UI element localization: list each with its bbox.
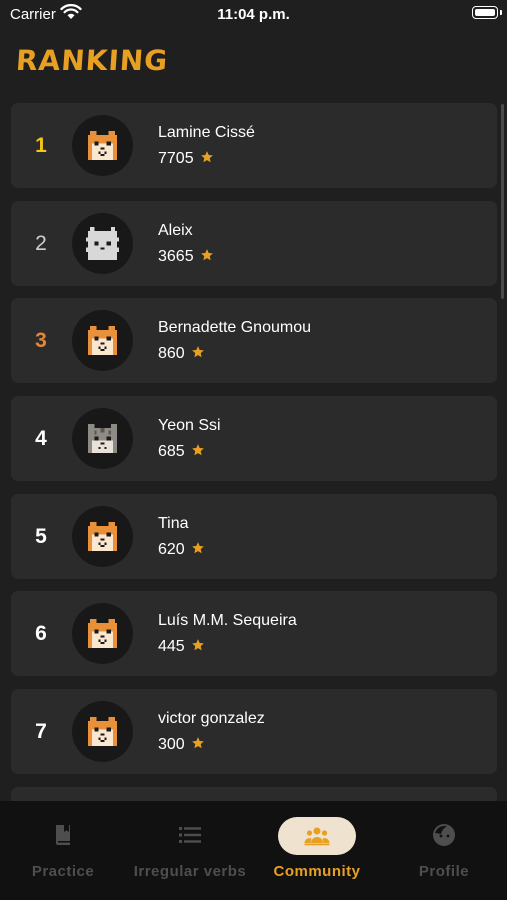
player-name: Aleix	[158, 221, 193, 239]
star-icon	[191, 444, 204, 456]
shiba-icon	[88, 131, 117, 160]
score-value: 300	[158, 736, 185, 754]
player-score: 860	[158, 345, 205, 363]
player-score: 7705	[158, 150, 214, 168]
tab-label: Profile	[418, 863, 470, 880]
scrollbar-thumb[interactable]	[501, 104, 504, 299]
ranking-row[interactable]: 3 Bernadette Gnoumou 860	[11, 298, 497, 384]
score-value: 620	[158, 540, 185, 558]
profile-face-icon	[429, 820, 459, 850]
gray-cat-icon	[88, 424, 117, 453]
rank-number: 3	[35, 329, 47, 353]
status-time: 11:04 p.m.	[217, 6, 290, 23]
player-name: Bernadette Gnoumou	[158, 319, 311, 337]
avatar	[72, 115, 133, 176]
score-value: 685	[158, 443, 185, 461]
tab-bar: Practice Irregular verbs Community Profi…	[0, 801, 507, 900]
list-icon	[175, 820, 205, 850]
tab-irregular-verbs[interactable]: Irregular verbs	[127, 801, 253, 900]
rank-number: 5	[35, 524, 47, 548]
player-name: Lamine Cissé	[158, 124, 255, 141]
star-icon	[191, 639, 204, 651]
ranking-row[interactable]: 2 Aleix 3665	[11, 200, 497, 286]
star-icon	[200, 151, 213, 163]
ranking-row[interactable]: 6 Luís M.M. Sequeira 445	[11, 591, 497, 677]
page-title: RANKING	[14, 44, 170, 77]
rank-number: 7	[35, 720, 47, 744]
battery-icon	[472, 6, 502, 19]
ranking-row[interactable]: 5 Tina 620	[11, 493, 497, 579]
star-icon	[191, 737, 204, 749]
tab-label: Irregular verbs	[133, 863, 247, 880]
score-value: 3665	[158, 247, 194, 265]
player-score: 685	[158, 443, 205, 461]
score-value: 860	[158, 345, 185, 363]
player-score: 445	[158, 638, 205, 656]
status-bar: Carrier 11:04 p.m.	[0, 0, 507, 30]
tab-label: Community	[273, 863, 361, 880]
player-name: Yeon Ssi	[158, 417, 221, 435]
tab-practice[interactable]: Practice	[0, 801, 126, 900]
star-icon	[191, 541, 204, 553]
score-value: 445	[158, 638, 185, 656]
star-icon	[200, 248, 213, 260]
shiba-icon	[88, 619, 117, 649]
player-score: 620	[158, 541, 205, 559]
shiba-icon	[88, 326, 117, 356]
rank-number: 1	[35, 134, 47, 157]
shiba-icon	[88, 717, 117, 747]
avatar	[72, 603, 133, 665]
ranking-list: 1 Lamine Cissé 7705 2 Aleix 3665 3 Berna…	[11, 103, 497, 787]
rank-number: 4	[35, 427, 47, 451]
score-value: 7705	[158, 150, 194, 167]
avatar	[72, 408, 133, 470]
tab-label: Practice	[31, 863, 95, 880]
book-icon	[48, 820, 78, 850]
rank-number: 2	[35, 231, 47, 255]
white-dog-icon	[86, 226, 119, 260]
star-icon	[191, 346, 204, 358]
player-score: 3665	[158, 248, 214, 266]
ranking-row[interactable]: 1 Lamine Cissé 7705	[11, 103, 497, 188]
people-icon	[302, 821, 332, 851]
player-name: Tina	[158, 514, 189, 532]
player-name: victor gonzalez	[158, 710, 265, 728]
rank-number: 6	[35, 622, 47, 646]
shiba-icon	[88, 521, 117, 551]
tab-community[interactable]: Community	[254, 801, 380, 900]
player-name: Luís M.M. Sequeira	[158, 612, 297, 630]
ranking-row[interactable]: 4 Yeon Ssi 685	[11, 396, 497, 482]
avatar	[72, 212, 133, 274]
tab-profile[interactable]: Profile	[381, 801, 507, 900]
avatar	[72, 701, 133, 763]
ranking-row[interactable]: 7 victor gonzalez 300	[11, 689, 497, 775]
player-score: 300	[158, 736, 205, 754]
avatar	[72, 310, 133, 372]
avatar	[72, 505, 133, 567]
